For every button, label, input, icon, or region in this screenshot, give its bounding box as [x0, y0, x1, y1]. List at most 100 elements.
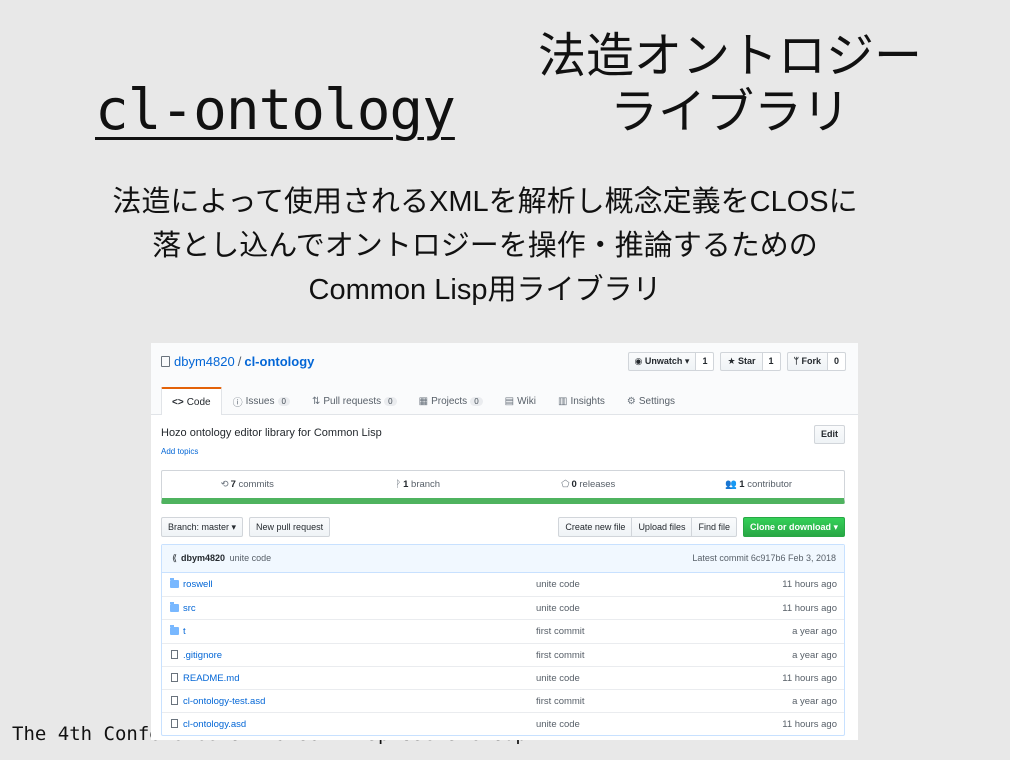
unwatch-button[interactable]: ◉ Unwatch ▾ [627, 352, 697, 371]
file-name-link[interactable]: cl-ontology.asd [183, 719, 246, 730]
file-name-link[interactable]: t [183, 626, 186, 637]
clone-download-button[interactable]: Clone or download ▾ [742, 517, 845, 537]
slide-description: 法造によって使用されるXMLを解析し概念定義をCLOSに 落とし込んでオントロジ… [90, 180, 880, 312]
tab-count-badge: 0 [277, 397, 290, 406]
avatar-icon: ⟪ [172, 553, 178, 563]
graph-icon: ▥ [557, 396, 568, 407]
file-row: README.md unite code 11 hours ago [162, 665, 844, 689]
tab-label: Projects [431, 396, 468, 407]
file-commit-message[interactable]: unite code [536, 603, 580, 614]
tab-label: Code [186, 396, 211, 408]
branch-label: branch [411, 479, 441, 490]
file-row: t first commit a year ago [162, 619, 844, 642]
file-commit-message[interactable]: unite code [536, 719, 580, 730]
latest-commit-info[interactable]: Latest commit 6c917b6 Feb 3, 2018 [692, 553, 836, 563]
branch-controls: Branch: master ▾ New pull request [161, 517, 331, 537]
file-row: .gitignore first commit a year ago [162, 642, 844, 666]
file-list: ⟪ dbym4820 unite code Latest commit 6c917… [161, 544, 845, 737]
tab-label: Settings [638, 396, 676, 407]
pull-request-icon: ⇅ [311, 396, 321, 407]
subtitle-line-2: ライブラリ [609, 84, 850, 140]
tab-code[interactable]: <> Code [161, 387, 222, 415]
tag-icon: ⬠ [561, 479, 570, 490]
file-commit-message[interactable]: unite code [536, 579, 580, 590]
tab-settings[interactable]: ⚙ Settings [616, 387, 686, 415]
file-age: a year ago [792, 649, 837, 661]
repo-book-icon [161, 356, 170, 367]
people-icon: 👥 [725, 479, 738, 490]
file-icon [171, 649, 178, 659]
contributor-count: 1 [739, 479, 745, 490]
tab-pull-requests[interactable]: ⇅ Pull requests 0 [301, 387, 408, 415]
file-actions: Create new file Upload files Find file C… [558, 517, 845, 537]
edit-description-button[interactable]: Edit [814, 425, 845, 444]
file-row: src unite code 11 hours ago [162, 596, 844, 619]
file-navigation: Branch: master ▾ New pull request Create… [161, 517, 845, 537]
commit-author: ⟪ dbym4820 unite code [172, 553, 271, 564]
repo-actions: ◉ Unwatch ▾ 1 ★ Star 1 ᛘ Fork 0 [627, 352, 846, 371]
branch-select-button[interactable]: Branch: master ▾ [161, 517, 244, 537]
fork-group: ᛘ Fork 0 [786, 352, 846, 371]
watch-count[interactable]: 1 [696, 352, 715, 371]
slide-subtitle: 法造オントロジー ライブラリ [525, 28, 935, 140]
star-count[interactable]: 1 [762, 352, 781, 371]
file-age: 11 hours ago [782, 719, 837, 731]
branch-icon: ᚹ [395, 479, 402, 490]
file-icon [171, 719, 178, 729]
desc-line-1: 法造によって使用されるXMLを解析し概念定義をCLOSに [112, 186, 858, 218]
folder-icon [170, 625, 179, 636]
file-name-link[interactable]: roswell [183, 579, 213, 590]
issue-icon: ⓘ [232, 398, 243, 409]
file-age: 11 hours ago [782, 579, 837, 590]
commits-stat[interactable]: ⟲ 7 commits [162, 471, 333, 498]
repo-header: dbym4820/cl-ontology ◉ Unwatch ▾ 1 ★ Sta… [151, 343, 858, 415]
new-pull-request-button[interactable]: New pull request [249, 517, 331, 537]
file-name-link[interactable]: src [183, 603, 196, 614]
file-age: 11 hours ago [782, 672, 837, 684]
star-group: ★ Star 1 [720, 352, 781, 371]
releases-stat[interactable]: ⬠ 0 releases [503, 471, 674, 498]
file-commit-message[interactable]: first commit [536, 696, 585, 707]
tab-label: Pull requests [323, 396, 382, 407]
github-repo-screenshot: dbym4820/cl-ontology ◉ Unwatch ▾ 1 ★ Sta… [151, 343, 858, 740]
file-age: a year ago [792, 695, 837, 707]
repo-stats-bar: ⟲ 7 commits ᚹ1 branch ⬠ 0 releases 👥 1 cont… [161, 470, 845, 504]
upload-files-button[interactable]: Upload files [631, 517, 693, 537]
file-commit-message[interactable]: unite code [536, 673, 580, 684]
file-row: roswell unite code 11 hours ago [162, 573, 844, 596]
star-button[interactable]: ★ Star [720, 352, 763, 371]
repo-tabs: <> Code ⓘ Issues 0 ⇅ Pull requests 0 ▦ Project… [161, 387, 686, 415]
fork-button[interactable]: ᛘ Fork [786, 352, 828, 371]
tab-issues[interactable]: ⓘ Issues 0 [222, 387, 301, 415]
code-icon: <> [172, 396, 184, 408]
commit-message[interactable]: unite code [230, 553, 272, 563]
tab-insights[interactable]: ▥ Insights [547, 387, 616, 415]
star-label: Star [738, 356, 756, 366]
fork-label: Fork [801, 356, 821, 366]
file-name-link[interactable]: cl-ontology-test.asd [183, 696, 265, 707]
add-topics-link[interactable]: Add topics [161, 447, 198, 456]
commits-label: commits [238, 479, 274, 490]
slide-title: cl-ontology [95, 78, 456, 143]
create-new-file-button[interactable]: Create new file [558, 517, 633, 537]
tab-count-badge: 0 [384, 397, 397, 406]
desc-line-2: 落とし込んでオントロジーを操作・推論するための [152, 230, 818, 262]
contributor-stat[interactable]: 👥 1 contributor [674, 471, 845, 498]
commit-author-name[interactable]: dbym4820 [181, 553, 225, 563]
file-name-link[interactable]: .gitignore [183, 650, 222, 661]
repo-description: Hozo ontology editor library for Common … [161, 427, 382, 439]
tab-wiki[interactable]: ▤ Wiki [494, 387, 547, 415]
branch-stat[interactable]: ᚹ1 branch [333, 471, 504, 498]
releases-label: releases [579, 479, 616, 490]
tab-projects[interactable]: ▦ Projects 0 [408, 387, 494, 415]
find-file-button[interactable]: Find file [691, 517, 737, 537]
repo-owner-link[interactable]: dbym4820 [174, 354, 235, 369]
file-age: 11 hours ago [782, 603, 837, 615]
file-commit-message[interactable]: first commit [536, 650, 585, 661]
file-rows: roswell unite code 11 hours ago src unite co… [162, 573, 844, 735]
fork-count[interactable]: 0 [827, 352, 846, 371]
file-commit-message[interactable]: first commit [536, 626, 585, 637]
eye-icon: ◉ [634, 356, 645, 366]
file-name-link[interactable]: README.md [183, 673, 239, 684]
repo-name-link[interactable]: cl-ontology [244, 354, 314, 369]
